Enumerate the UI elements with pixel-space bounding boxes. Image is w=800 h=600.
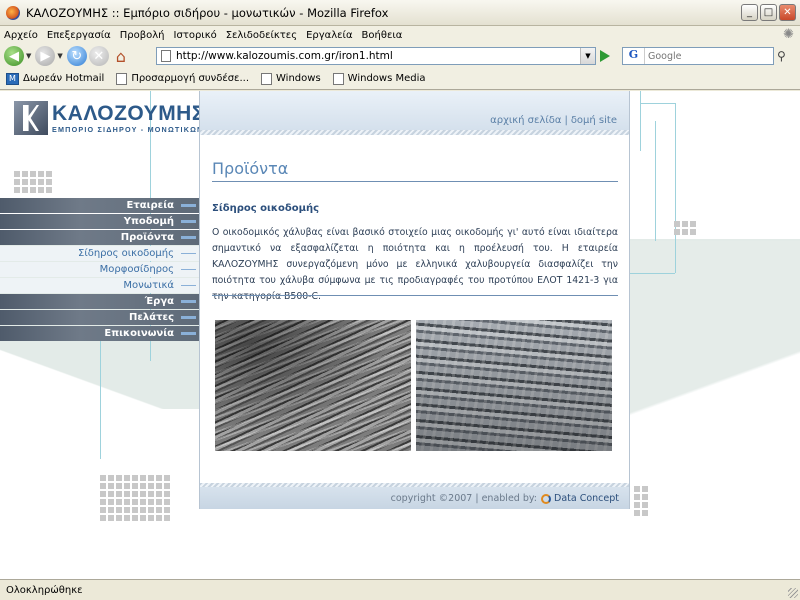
copyright-text: copyright ©2007 | enabled by: bbox=[390, 493, 537, 504]
google-engine-icon[interactable]: G bbox=[623, 48, 645, 64]
site-logo[interactable]: ΚΑΛΟΖΟΥΜΗΣ ΕΜΠΟΡΙΟ ΣΙΔΗΡΟΥ - ΜΟΝΩΤΙΚΩΝ bbox=[14, 101, 205, 135]
header-stripe bbox=[200, 130, 629, 135]
maximize-button[interactable]: □ bbox=[760, 4, 777, 21]
msn-icon: M bbox=[6, 72, 19, 85]
divider bbox=[212, 295, 618, 296]
menu-bookmarks[interactable]: Σελιδοδείκτες bbox=[226, 30, 297, 41]
menu-edit[interactable]: Επεξεργασία bbox=[47, 30, 111, 41]
menu-bar: Αρχείο Επεξεργασία Προβολή Ιστορικό Σελι… bbox=[0, 26, 800, 44]
nav-item-products[interactable]: Προϊόντα bbox=[0, 230, 200, 245]
page-viewport: ΚΑΛΟΖΟΥΜΗΣ ΕΜΠΟΡΙΟ ΣΙΔΗΡΟΥ - ΜΟΝΩΤΙΚΩΝ Ε… bbox=[0, 91, 800, 579]
decorative-dots bbox=[100, 475, 170, 521]
nav-item-projects[interactable]: Έργα bbox=[0, 294, 200, 309]
home-link[interactable]: αρχική σελίδα bbox=[490, 115, 561, 126]
forward-history-dropdown-icon[interactable]: ▼ bbox=[57, 52, 62, 60]
decorative-line bbox=[640, 103, 675, 104]
bookmark-hotmail[interactable]: M Δωρεάν Hotmail bbox=[6, 72, 105, 85]
decorative-line bbox=[655, 121, 656, 241]
bookmark-label: Προσαρμογή συνδέσε... bbox=[131, 73, 250, 84]
window-titlebar: ΚΑΛΟΖΟΥΜΗΣ :: Εμπόριο σιδήρου - μονωτικώ… bbox=[0, 0, 800, 26]
forward-arrow-icon[interactable]: ▶ bbox=[35, 46, 56, 66]
menu-history[interactable]: Ιστορικό bbox=[174, 30, 217, 41]
nav-subitem-insulation[interactable]: Μονωτικά bbox=[0, 278, 200, 293]
page-icon bbox=[161, 50, 171, 62]
firefox-icon bbox=[6, 5, 20, 20]
menu-view[interactable]: Προβολή bbox=[120, 30, 165, 41]
section-heading: Σίδηρος οικοδομής bbox=[212, 203, 320, 214]
rebar-bundle-photo bbox=[215, 320, 411, 451]
nav-item-clients[interactable]: Πελάτες bbox=[0, 310, 200, 325]
decorative-line bbox=[675, 103, 676, 273]
bookmarks-toolbar: M Δωρεάν Hotmail Προσαρμογή συνδέσε... W… bbox=[0, 68, 800, 90]
logo-k-icon bbox=[14, 101, 48, 135]
home-icon[interactable]: ⌂ bbox=[111, 46, 131, 66]
bookmark-windows[interactable]: Windows bbox=[261, 72, 321, 85]
top-links: αρχική σελίδα | δομή site bbox=[490, 115, 617, 126]
stop-icon[interactable]: ✕ bbox=[88, 46, 109, 66]
nav-subitem-construction-steel[interactable]: Σίδηρος οικοδομής bbox=[0, 246, 200, 261]
decorative-dots bbox=[674, 221, 696, 235]
bookmark-label: Δωρεάν Hotmail bbox=[23, 73, 105, 84]
page-title: Προϊόντα bbox=[212, 159, 289, 178]
search-magnifier-icon[interactable]: ⚲ bbox=[777, 49, 786, 63]
close-button[interactable]: ✕ bbox=[779, 4, 796, 21]
throbber-icon: ✺ bbox=[783, 27, 794, 42]
url-input[interactable] bbox=[176, 50, 581, 62]
link-separator: | bbox=[564, 115, 568, 126]
decorative-dots bbox=[14, 171, 52, 193]
data-concept-logo-icon bbox=[541, 493, 551, 504]
url-dropdown-icon[interactable]: ▼ bbox=[580, 48, 595, 64]
nav-subitem-profile-steel[interactable]: Μορφοσίδηρος bbox=[0, 262, 200, 277]
content-panel: αρχική σελίδα | δομή site Προϊόντα Σίδηρος… bbox=[199, 91, 630, 509]
description-paragraph: Ο οικοδομικός χάλυβας είναι βασικό στοιχ… bbox=[212, 227, 618, 302]
page-icon bbox=[332, 72, 344, 85]
nav-item-infrastructure[interactable]: Υποδομή bbox=[0, 214, 200, 229]
site-nav-menu: Εταιρεία Υποδομή Προϊόντα Σίδηρος οικοδο… bbox=[0, 198, 200, 342]
back-arrow-icon[interactable]: ◀ bbox=[4, 46, 24, 66]
logo-name: ΚΑΛΟΖΟΥΜΗΣ bbox=[52, 101, 205, 125]
logo-text: ΚΑΛΟΖΟΥΜΗΣ ΕΜΠΟΡΙΟ ΣΙΔΗΡΟΥ - ΜΟΝΩΤΙΚΩΝ bbox=[52, 101, 205, 134]
menu-tools[interactable]: Εργαλεία bbox=[306, 30, 352, 41]
logo-tagline: ΕΜΠΟΡΙΟ ΣΙΔΗΡΟΥ - ΜΟΝΩΤΙΚΩΝ bbox=[52, 124, 204, 134]
status-text: Ολοκληρώθηκε bbox=[6, 584, 83, 596]
rebar-closeup-photo bbox=[416, 320, 612, 451]
divider bbox=[212, 181, 618, 182]
navigation-toolbar: ◀ ▼ ▶ ▼ ↻ ✕ ⌂ ▼ G ⚲ bbox=[0, 44, 800, 68]
window-controls: _ □ ✕ bbox=[741, 4, 796, 21]
window-title: ΚΑΛΟΖΟΥΜΗΣ :: Εμπόριο σιδήρου - μονωτικώ… bbox=[26, 5, 389, 20]
minimize-button[interactable]: _ bbox=[741, 4, 758, 21]
footer-credits: copyright ©2007 | enabled by: Data Conce… bbox=[391, 493, 619, 504]
bookmark-label: Windows bbox=[276, 73, 321, 84]
resize-grip-icon[interactable] bbox=[788, 588, 798, 598]
search-bar[interactable]: G bbox=[622, 47, 774, 65]
nav-item-company[interactable]: Εταιρεία bbox=[0, 198, 200, 213]
url-bar[interactable]: ▼ bbox=[156, 47, 596, 65]
go-arrow-icon[interactable] bbox=[600, 50, 610, 62]
bookmark-label: Windows Media bbox=[347, 73, 426, 84]
reload-icon[interactable]: ↻ bbox=[66, 46, 87, 66]
menu-file[interactable]: Αρχείο bbox=[4, 30, 38, 41]
decorative-line bbox=[100, 339, 101, 459]
bookmark-windows-media[interactable]: Windows Media bbox=[332, 72, 426, 85]
decorative-line bbox=[630, 273, 675, 274]
background-band bbox=[630, 241, 800, 491]
menu-help[interactable]: Βοήθεια bbox=[362, 30, 403, 41]
search-input[interactable] bbox=[645, 50, 765, 62]
decorative-line bbox=[640, 91, 641, 151]
page-icon bbox=[261, 72, 273, 85]
data-concept-link[interactable]: Data Concept bbox=[554, 493, 619, 504]
page-icon bbox=[116, 72, 128, 85]
content-footer: copyright ©2007 | enabled by: Data Conce… bbox=[200, 483, 629, 509]
back-history-dropdown-icon[interactable]: ▼ bbox=[26, 52, 31, 60]
footer-stripe bbox=[200, 483, 629, 487]
content-header: αρχική σελίδα | δομή site bbox=[200, 91, 629, 135]
sitemap-link[interactable]: δομή site bbox=[571, 115, 617, 126]
decorative-dots bbox=[634, 486, 648, 516]
bookmark-customize-links[interactable]: Προσαρμογή συνδέσε... bbox=[116, 72, 250, 85]
status-bar: Ολοκληρώθηκε bbox=[0, 579, 800, 600]
nav-item-contact[interactable]: Επικοινωνία bbox=[0, 326, 200, 341]
